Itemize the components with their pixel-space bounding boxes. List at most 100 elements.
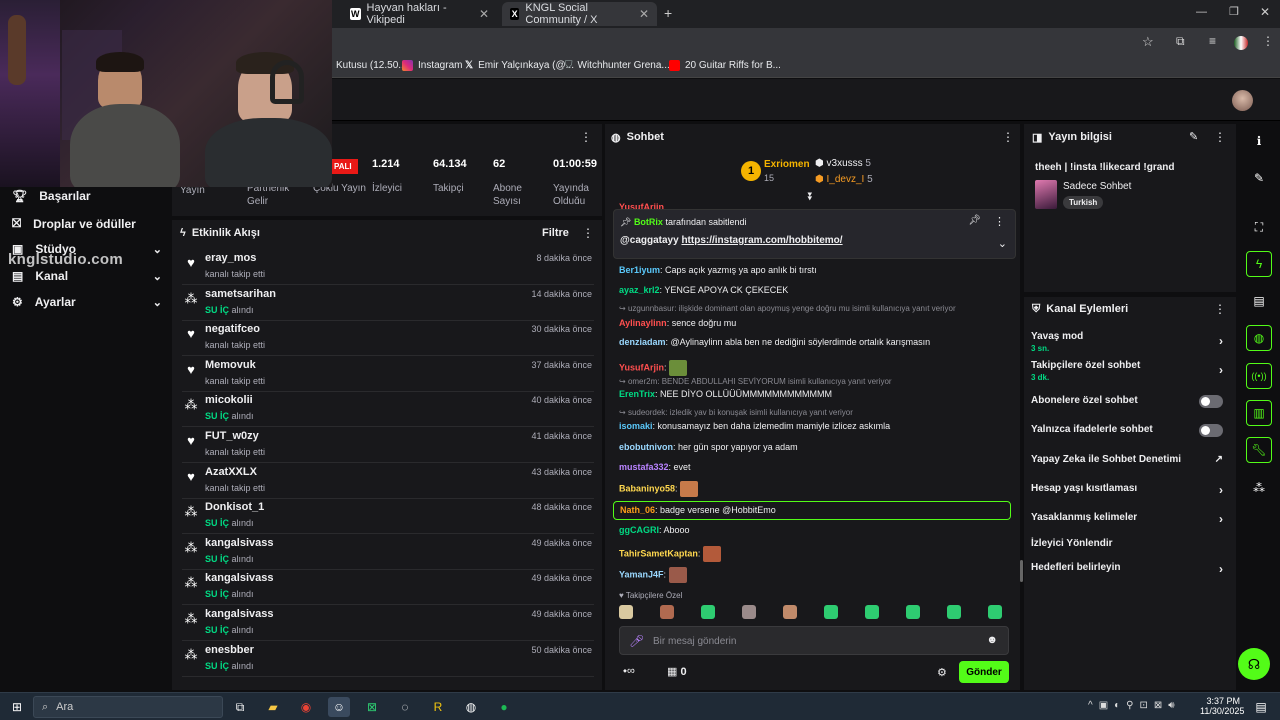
more-options-icon[interactable]: ⋮ [580, 130, 592, 144]
emote-icon[interactable] [742, 605, 756, 619]
activity-user[interactable]: enesbber [205, 644, 254, 656]
window-close-icon[interactable]: ✕ [1260, 5, 1270, 19]
chat-message[interactable]: TahirSametKaptan: [619, 546, 721, 562]
obs-icon[interactable]: ◍ [460, 697, 482, 717]
close-icon[interactable]: ✕ [479, 7, 489, 21]
activity-user[interactable]: FUT_w0zy [205, 430, 259, 442]
chat-message[interactable]: ebobutnivon: her gün spor yapıyor ya ada… [619, 442, 798, 452]
document-icon[interactable]: ▤ [1246, 288, 1272, 314]
chat-username[interactable]: Nath_06 [620, 505, 655, 515]
category-thumbnail[interactable] [1035, 180, 1057, 209]
chat-username[interactable]: ayaz_krl2 [619, 285, 660, 295]
nav-basarilar[interactable]: 🏆︎ Başarılar [12, 189, 162, 203]
tab-kngl-x[interactable]: X KNGL Social Community / X ✕ [502, 2, 657, 26]
activity-user[interactable]: negatifceo [205, 323, 260, 335]
system-tray[interactable]: ^▣◐⚲⊡⊠🔊︎ [1088, 700, 1181, 711]
category-name[interactable]: Sadece Sohbet [1063, 181, 1131, 192]
chat-message[interactable]: YusufArjin: [619, 360, 688, 376]
support-button[interactable]: ☊ [1238, 648, 1270, 680]
minimize-icon[interactable]: — [1196, 6, 1207, 18]
nav-kanal[interactable]: ▤ Kanal ⌄ [12, 269, 162, 283]
chat-message[interactable]: Babaninyo58: [619, 481, 699, 497]
restore-icon[interactable]: ❐ [1229, 5, 1239, 18]
user-avatar[interactable] [1232, 90, 1253, 111]
emote-icon[interactable] [906, 605, 920, 619]
chat-username[interactable]: ebobutnivon [619, 442, 673, 452]
spotify-icon[interactable]: ● [493, 697, 515, 717]
more-options-icon[interactable]: ⋮ [1214, 130, 1226, 144]
chat-message[interactable]: Nath_06: badge versene @HobbitEmo [613, 501, 1011, 520]
star-icon[interactable]: ☆ [1142, 34, 1154, 50]
activity-user[interactable]: AzatXXLX [205, 466, 257, 478]
tab-vikipedi[interactable]: W Hayvan hakları - Vikipedi ✕ [342, 2, 497, 26]
pinned-message[interactable]: 📌︎ BotRix tarafından sabitlendi @caggata… [613, 209, 1016, 259]
chat-message[interactable]: denziadam: @Aylinaylinn abla ben ne dedi… [619, 337, 930, 347]
info-icon[interactable]: ℹ [1246, 128, 1272, 154]
xbox-icon[interactable]: ⊠ [361, 697, 383, 717]
chat-username[interactable]: Ber1iyum [619, 265, 660, 275]
microphone-icon[interactable]: 🎤︎ [629, 634, 644, 648]
chest-icon[interactable]: ▦ 0 [667, 665, 687, 678]
channel-action-item[interactable]: Hedefleri belirleyin › [1031, 562, 1229, 576]
pin-icon[interactable]: 📌︎ [968, 215, 981, 226]
emote-icon[interactable] [947, 605, 961, 619]
activity-user[interactable]: kangalsivass [205, 608, 274, 620]
emote-icon[interactable] [783, 605, 797, 619]
emote-icon[interactable] [619, 605, 633, 619]
emote-icon[interactable] [660, 605, 674, 619]
activity-user[interactable]: eray_mos [205, 252, 256, 264]
emote-icon[interactable] [701, 605, 715, 619]
chevron-down-icon[interactable]: ⌄ [998, 237, 1007, 250]
channel-action-item[interactable]: Yavaş mod 3 sn. › [1031, 331, 1229, 353]
taskbar-search[interactable]: ⌕ Ara [33, 696, 223, 718]
pinned-link[interactable]: https://instagram.com/hobbitemo/ [681, 235, 842, 246]
channel-action-item[interactable]: Hesap yaşı kısıtlaması › [1031, 483, 1229, 497]
leader-second[interactable]: ⬢ v3xusss 5 [815, 158, 871, 169]
emote-icon[interactable] [988, 605, 1002, 619]
discord-icon[interactable]: ☺ [328, 697, 350, 717]
profile-avatar[interactable] [1234, 36, 1248, 50]
wrench-icon[interactable]: 🔧︎ [1246, 437, 1272, 463]
chat-message[interactable]: Ber1iyum: Caps açık yazmış ya apo anlık … [619, 265, 817, 275]
chat-message[interactable]: isomaki: konusamayız ben daha izlemedim … [619, 421, 890, 431]
chat-username[interactable]: TahirSametKaptan [619, 548, 698, 558]
toggle-switch[interactable] [1199, 395, 1223, 408]
task-view-icon[interactable]: ⧉ [229, 697, 251, 717]
nav-ayarlar[interactable]: ⚙ Ayarlar ⌄ [12, 295, 162, 309]
bookmark-instagram[interactable]: Instagram [402, 60, 462, 71]
steam-icon[interactable]: ◌ [394, 697, 416, 717]
chrome-icon[interactable]: ◉ [295, 697, 317, 717]
filter-button[interactable]: Filtre [542, 227, 569, 239]
activity-user[interactable]: micokolii [205, 394, 253, 406]
bookmark-x[interactable]: 𝕏 Emir Yalçınkaya (@... [465, 60, 574, 71]
close-icon[interactable]: ✕ [639, 7, 649, 21]
channel-action-item[interactable]: Yalnızca ifadelerle sohbet [1031, 424, 1229, 437]
activity-user[interactable]: Donkisot_1 [205, 501, 264, 513]
toggle-switch[interactable] [1199, 424, 1223, 437]
crop-icon[interactable]: ⛶ [1246, 214, 1272, 240]
more-options-icon[interactable]: ⋮ [582, 226, 594, 240]
chat-message[interactable]: ayaz_krl2: YENGE APOYA CK ÇEKECEK [619, 285, 788, 295]
rockstar-icon[interactable]: R [427, 697, 449, 717]
chat-username[interactable]: Aylinaylinn [619, 318, 667, 328]
clock[interactable]: 3:37 PM 11/30/2025 [1200, 696, 1244, 716]
more-options-icon[interactable]: ⋮ [1002, 130, 1014, 144]
activity-user[interactable]: Memovuk [205, 359, 256, 371]
points-icon[interactable]: ⁂ [1246, 475, 1272, 501]
windows-start-icon[interactable]: ⊞ [6, 697, 28, 717]
edit-icon[interactable]: ✎ [1246, 165, 1272, 191]
chat-username[interactable]: YusufArjin [619, 362, 664, 372]
leader-third[interactable]: ⬢ I_devz_I 5 [815, 174, 873, 185]
media-icon[interactable]: ≡ [1209, 34, 1216, 48]
activity-user[interactable]: kangalsivass [205, 537, 274, 549]
chat-scrollbar[interactable] [1020, 560, 1023, 582]
bolt-icon[interactable]: ϟ [1246, 251, 1272, 277]
send-button[interactable]: Gönder [959, 661, 1009, 683]
activity-user[interactable]: kangalsivass [205, 572, 274, 584]
more-options-icon[interactable]: ⋮ [994, 215, 1005, 228]
edit-icon[interactable]: ✎ [1189, 130, 1198, 143]
gear-icon[interactable]: ⚙ [937, 666, 947, 679]
chat-message[interactable]: ggCAGRI: Abooo [619, 525, 690, 535]
menu-icon[interactable]: ⋮ [1262, 34, 1274, 48]
extensions-icon[interactable]: ⧉ [1176, 34, 1185, 49]
